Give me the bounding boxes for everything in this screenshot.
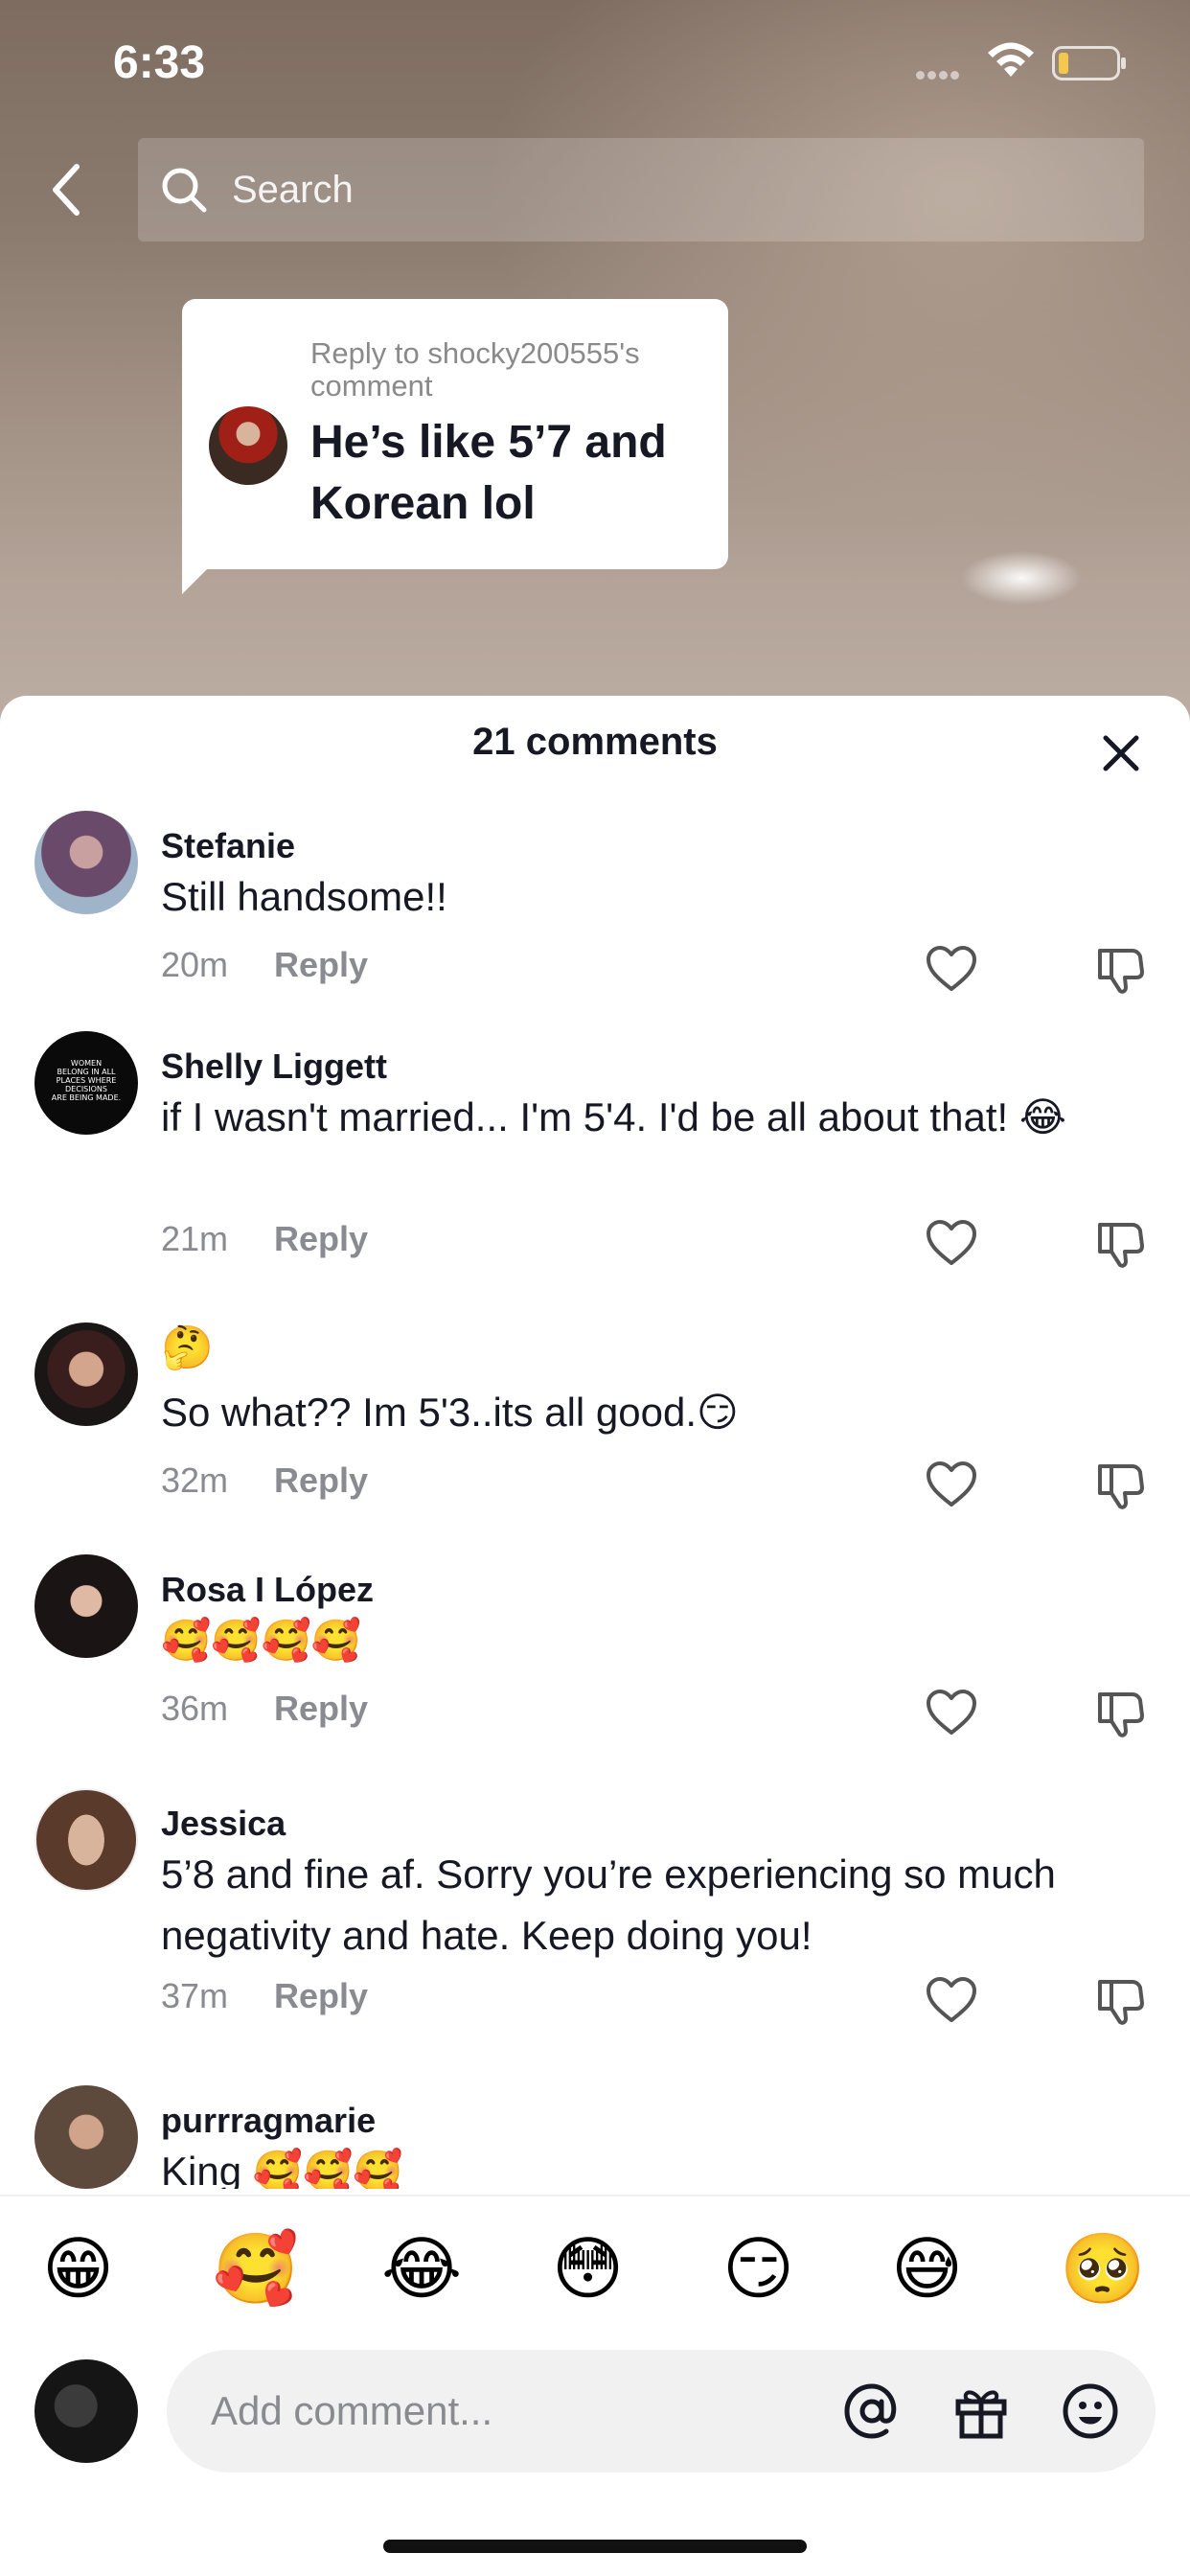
comment-username[interactable]: Stefanie xyxy=(161,826,295,866)
quick-emoji[interactable]: 😏 xyxy=(722,2231,794,2308)
comment-username[interactable]: Jessica xyxy=(161,1804,286,1844)
heart-outline-icon[interactable] xyxy=(926,1460,977,1508)
comment-time: 21m xyxy=(161,1219,229,1258)
comment-input[interactable] xyxy=(209,2379,788,2444)
svg-text:PLACES WHERE: PLACES WHERE xyxy=(57,1076,117,1085)
comment-meta: 32m Reply xyxy=(161,1460,368,1501)
comment-meta: 21m Reply xyxy=(161,1219,368,1259)
reply-button[interactable]: Reply xyxy=(274,1689,368,1728)
comment-username[interactable]: Shelly Liggett xyxy=(161,1046,387,1087)
search-bar[interactable] xyxy=(138,138,1144,242)
avatar xyxy=(209,406,287,485)
comments-count-title: 21 comments xyxy=(472,721,718,763)
comment-meta: 20m Reply xyxy=(161,945,368,985)
cellular-signal-icon xyxy=(916,67,970,80)
avatar[interactable] xyxy=(34,1788,138,1892)
gift-icon[interactable] xyxy=(950,2380,1012,2442)
wifi-icon xyxy=(988,42,1034,77)
battery-icon xyxy=(1052,46,1126,80)
thumbs-down-icon[interactable] xyxy=(1096,1460,1146,1510)
reply-button[interactable]: Reply xyxy=(274,945,368,984)
avatar[interactable] xyxy=(34,1322,138,1426)
comment-text: So what?? Im 5'3..its all good.😏 xyxy=(161,1390,739,1435)
smiley-icon[interactable] xyxy=(1060,2380,1121,2442)
comment-time: 20m xyxy=(161,945,229,984)
search-input[interactable] xyxy=(230,167,1096,213)
close-icon[interactable] xyxy=(1098,730,1144,776)
svg-text:WOMEN: WOMEN xyxy=(71,1059,102,1068)
reply-button[interactable]: Reply xyxy=(274,1976,368,2015)
quick-emoji[interactable]: 😂 xyxy=(381,2231,462,2308)
quick-emoji[interactable]: 🥰 xyxy=(213,2231,299,2308)
thumbs-down-icon[interactable] xyxy=(1096,945,1146,995)
comment-text: King 🥰🥰🥰 xyxy=(161,2149,403,2189)
thumbs-down-icon[interactable] xyxy=(1096,1219,1146,1269)
quick-emoji[interactable]: 😁 xyxy=(42,2231,114,2308)
quick-emoji-bar: 😁 🥰 😂 😳 😏 😅 🥺 xyxy=(0,2195,1190,2350)
reply-button[interactable]: Reply xyxy=(274,1460,368,1500)
svg-text:DECISIONS: DECISIONS xyxy=(65,1085,107,1093)
comment-item: purrragmarie King 🥰🥰🥰 xyxy=(0,2085,1190,2189)
comment-time: 36m xyxy=(161,1689,229,1728)
avatar[interactable]: WOMEN BELONG IN ALL PLACES WHERE DECISIO… xyxy=(34,1031,138,1135)
svg-text:BELONG IN ALL: BELONG IN ALL xyxy=(57,1068,116,1076)
comment-meta: 36m Reply xyxy=(161,1689,368,1729)
svg-text:ARE BEING MADE.: ARE BEING MADE. xyxy=(52,1093,121,1102)
quick-emoji[interactable]: 🥺 xyxy=(1060,2231,1146,2308)
heart-outline-icon[interactable] xyxy=(926,1689,977,1736)
thumbs-down-icon[interactable] xyxy=(1096,1689,1146,1738)
avatar-text-logo: WOMEN BELONG IN ALL PLACES WHERE DECISIO… xyxy=(52,1059,121,1102)
heart-outline-icon[interactable] xyxy=(926,1219,977,1267)
heart-outline-icon[interactable] xyxy=(926,945,977,993)
avatar[interactable] xyxy=(34,1554,138,1658)
bubble-tail xyxy=(182,556,220,594)
comment-time: 37m xyxy=(161,1976,229,2015)
comment-username[interactable]: purrragmarie xyxy=(161,2101,376,2141)
reply-to-label: Reply to shocky200555's comment xyxy=(310,336,640,402)
comment-time: 32m xyxy=(161,1460,229,1500)
comment-composer xyxy=(167,2350,1156,2472)
search-icon xyxy=(162,168,207,213)
comment-text: if I wasn't married... I'm 5'4. I'd be a… xyxy=(161,1094,1066,1139)
comment-text: 5’8 and fine af. Sorry you’re experienci… xyxy=(161,1852,1056,1958)
avatar xyxy=(34,2359,138,2463)
status-bar: 6:33 xyxy=(0,0,1190,134)
comment-username[interactable]: 🤔 xyxy=(161,1322,214,1372)
avatar[interactable] xyxy=(34,811,138,914)
reply-button[interactable]: Reply xyxy=(274,1219,368,1258)
avatar[interactable] xyxy=(34,2085,138,2189)
quick-emoji[interactable]: 😅 xyxy=(891,2231,963,2308)
reply-to-comment-bubble: Reply to shocky200555's comment He’s lik… xyxy=(182,299,728,569)
comment-text: Still handsome!! xyxy=(161,874,447,919)
home-indicator[interactable] xyxy=(383,2540,807,2553)
comment-username[interactable]: Rosa I López xyxy=(161,1570,374,1610)
at-icon[interactable] xyxy=(841,2380,903,2442)
heart-outline-icon[interactable] xyxy=(926,1976,977,2024)
thumbs-down-icon[interactable] xyxy=(1096,1976,1146,2026)
replied-comment-text: He’s like 5’7 and Korean lol xyxy=(310,417,667,529)
comment-meta: 37m Reply xyxy=(161,1976,368,2016)
chevron-left-icon[interactable] xyxy=(42,155,96,224)
quick-emoji[interactable]: 😳 xyxy=(552,2231,624,2308)
status-time: 6:33 xyxy=(113,37,206,88)
comment-text: 🥰🥰🥰🥰 xyxy=(161,1618,362,1663)
